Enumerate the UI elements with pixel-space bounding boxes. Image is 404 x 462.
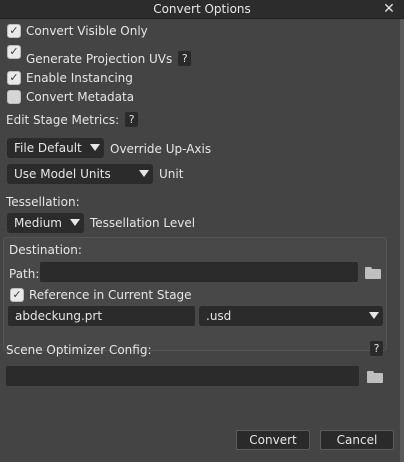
path-input[interactable] xyxy=(40,262,358,282)
generate-projection-uvs-label: Generate Projection UVs xyxy=(26,51,173,66)
filename-input[interactable]: abdeckung.prt xyxy=(8,306,195,326)
unit-select[interactable]: Use Model Units xyxy=(7,164,153,184)
window-title: Convert Options xyxy=(153,2,251,16)
tessellation-select[interactable]: Medium xyxy=(7,213,84,233)
scene-optimizer-config-input[interactable] xyxy=(6,366,359,386)
enable-instancing-option[interactable]: ✓ Enable Instancing xyxy=(7,71,133,85)
scene-optimizer-heading: Scene Optimizer Config: xyxy=(6,343,152,357)
scene-optimizer-help-button[interactable]: ? xyxy=(370,341,383,356)
reference-in-stage-checkbox[interactable]: ✓ xyxy=(10,288,24,302)
extension-value: .usd xyxy=(206,309,232,323)
chevron-down-icon xyxy=(70,219,80,226)
up-axis-label: Override Up-Axis xyxy=(110,142,212,156)
extension-select[interactable]: .usd xyxy=(199,306,383,326)
enable-instancing-checkbox[interactable]: ✓ xyxy=(7,71,21,85)
folder-icon[interactable] xyxy=(365,267,381,279)
generate-projection-uvs-checkbox[interactable]: ✓ xyxy=(7,45,21,59)
close-icon[interactable]: ✕ xyxy=(382,0,396,18)
generate-projection-uvs-help-button[interactable]: ? xyxy=(178,51,192,66)
stage-metrics-help-button[interactable]: ? xyxy=(125,112,139,127)
chevron-down-icon xyxy=(369,312,379,319)
destination-group: Destination: Path: ✓ Reference in Curren… xyxy=(3,237,387,351)
convert-metadata-checkbox[interactable] xyxy=(7,90,21,104)
convert-visible-only-label: Convert Visible Only xyxy=(26,24,148,38)
chevron-down-icon xyxy=(90,144,100,151)
convert-options-dialog: ✓ Convert Visible Only ✓ Generate Projec… xyxy=(0,19,404,462)
convert-metadata-label: Convert Metadata xyxy=(26,90,135,104)
convert-button[interactable]: Convert xyxy=(236,430,310,450)
up-axis-select[interactable]: File Default xyxy=(7,138,104,158)
convert-visible-only-checkbox[interactable]: ✓ xyxy=(7,24,21,38)
generate-projection-uvs-option[interactable]: ✓ Generate Projection UVs ? xyxy=(7,45,192,66)
stage-metrics-heading: Edit Stage Metrics: xyxy=(6,112,120,127)
unit-value: Use Model Units xyxy=(14,167,111,181)
chevron-down-icon xyxy=(139,170,149,177)
tessellation-label: Tessellation Level xyxy=(90,216,196,230)
convert-visible-only-option[interactable]: ✓ Convert Visible Only xyxy=(7,24,148,38)
folder-icon[interactable] xyxy=(367,371,383,383)
reference-in-stage-option[interactable]: ✓ Reference in Current Stage xyxy=(10,288,192,302)
tessellation-heading: Tessellation: xyxy=(6,195,80,209)
unit-label: Unit xyxy=(159,167,184,181)
tessellation-value: Medium xyxy=(14,216,62,230)
enable-instancing-label: Enable Instancing xyxy=(26,71,133,85)
convert-metadata-option[interactable]: Convert Metadata xyxy=(7,90,134,104)
stage-metrics-heading-row: Edit Stage Metrics: ? xyxy=(6,112,139,127)
title-bar: Convert Options ✕ xyxy=(0,0,404,19)
cancel-button[interactable]: Cancel xyxy=(320,430,394,450)
destination-heading: Destination: xyxy=(9,243,82,257)
up-axis-value: File Default xyxy=(14,141,82,155)
path-label: Path: xyxy=(9,267,40,281)
reference-in-stage-label: Reference in Current Stage xyxy=(29,288,192,302)
